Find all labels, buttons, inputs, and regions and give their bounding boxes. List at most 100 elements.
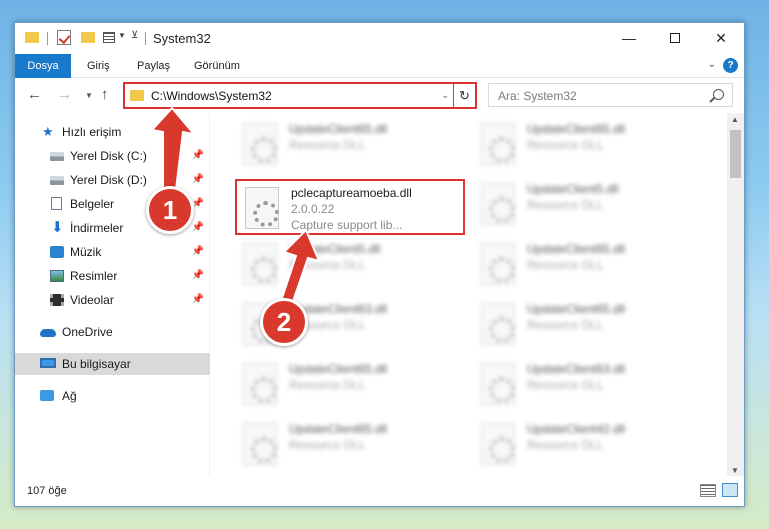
forward-arrow-icon[interactable]: → [57, 86, 72, 103]
nav-item-label: Yerel Disk (D:) [70, 173, 147, 187]
folder-icon[interactable] [25, 32, 39, 43]
nav-item-onedrive[interactable]: OneDrive [15, 321, 210, 343]
properties-icon[interactable] [103, 32, 115, 43]
chevron-down-icon[interactable]: ▼ [118, 31, 126, 40]
minimize-button[interactable]: — [606, 23, 652, 53]
dll-file-icon [481, 423, 515, 465]
chevron-down-icon[interactable]: ⌄ [441, 90, 449, 101]
file-name: UpdateClient65.dll [289, 122, 388, 136]
recent-locations-icon[interactable]: ▼ [85, 91, 93, 100]
file-tile[interactable]: UpdateClient65.dll Resource DLL [235, 417, 465, 473]
file-explorer-window: ▼ ⊻ System32 — ✕ Dosya Giriş Paylaş Görü… [14, 22, 745, 507]
nav-item-network[interactable]: Ağ [15, 385, 210, 407]
file-name: UpdateClient65.dll [527, 302, 626, 316]
pin-icon[interactable]: 📌 [192, 241, 204, 263]
status-bar: 107 öğe [15, 476, 744, 506]
address-bar[interactable]: C:\Windows\System32 ⌄ ↻ [123, 82, 477, 109]
nav-item-music[interactable]: Müzik 📌 [15, 241, 210, 263]
file-tile[interactable]: UpdateClient65.dll Resource DLL [473, 117, 703, 173]
scroll-down-icon[interactable]: ▼ [731, 466, 739, 475]
properties-check-icon[interactable] [57, 30, 71, 45]
file-name: UpdateClient65.dll [527, 122, 626, 136]
file-name: UpdateClient65.dll [289, 362, 388, 376]
customize-quick-access-icon[interactable]: ⊻ [131, 30, 138, 41]
file-tile[interactable]: UpdateClient65.dll Resource DLL [473, 237, 703, 293]
back-arrow-icon[interactable]: ← [27, 86, 42, 103]
dll-file-icon [243, 243, 277, 285]
file-description: Resource DLL [527, 138, 604, 152]
file-tile[interactable]: UpdateClient5.dll Resource DLL [235, 237, 465, 293]
up-arrow-icon[interactable]: ↑ [101, 86, 109, 103]
tab-home[interactable]: Giriş [87, 54, 110, 78]
nav-item-quick-access[interactable]: ★ Hızlı erişim [15, 121, 210, 143]
file-name: UpdateClient5.dll [527, 182, 619, 196]
pin-icon[interactable]: 📌 [192, 289, 204, 311]
file-name: UpdateClient65.dll [289, 422, 388, 436]
file-name: UpdateClient65.dll [527, 242, 626, 256]
file-description: Resource DLL [289, 378, 366, 392]
navigation-pane: ★ Hızlı erişim Yerel Disk (C:) 📌 Yerel D… [15, 113, 210, 477]
network-icon [40, 390, 54, 401]
search-input[interactable]: Ara: System32 [488, 83, 733, 107]
nav-item-label: Ağ [62, 389, 77, 403]
scroll-up-icon[interactable]: ▲ [731, 115, 739, 124]
pictures-icon [50, 270, 64, 282]
vertical-scrollbar[interactable]: ▲ ▼ [727, 113, 744, 477]
tab-file[interactable]: Dosya [15, 54, 71, 78]
ribbon-tabs: Dosya Giriş Paylaş Görünüm ⌄ ? [15, 54, 744, 78]
file-description: Resource DLL [289, 138, 366, 152]
close-button[interactable]: ✕ [698, 23, 744, 53]
file-tile[interactable]: UpdateClient5.dll Resource DLL [473, 177, 703, 233]
dll-file-icon [481, 183, 515, 225]
cloud-icon [40, 329, 56, 337]
file-tile[interactable]: UpdateClient42.dll Resource DLL [473, 417, 703, 473]
item-count: 107 öğe [27, 485, 67, 497]
address-path[interactable]: C:\Windows\System32 [151, 89, 272, 103]
file-tile-highlighted[interactable]: pclecaptureamoeba.dll 2.0.0.22 Capture s… [235, 179, 465, 235]
disk-icon [50, 176, 64, 185]
search-placeholder: Ara: System32 [498, 89, 577, 103]
file-list: UpdateClient65.dll Resource DLL pclecapt… [211, 113, 726, 477]
nav-item-label: Videolar [70, 293, 114, 307]
pin-icon[interactable]: 📌 [192, 169, 204, 191]
downloads-icon: ⬇ [51, 219, 64, 236]
file-name: pclecaptureamoeba.dll [291, 186, 412, 200]
dll-file-icon [243, 423, 277, 465]
file-description: Resource DLL [289, 258, 366, 272]
nav-item-videos[interactable]: Videolar 📌 [15, 289, 210, 311]
step-badge-2: 2 [260, 298, 308, 346]
dll-file-icon [243, 363, 277, 405]
scrollbar-thumb[interactable] [730, 130, 741, 178]
documents-icon [51, 197, 62, 210]
details-view-icon[interactable] [700, 484, 716, 497]
dll-file-icon [481, 123, 515, 165]
computer-icon [40, 358, 56, 368]
dll-file-icon [245, 187, 279, 229]
nav-item-this-pc[interactable]: Bu bilgisayar [15, 353, 210, 375]
expand-ribbon-icon[interactable]: ⌄ [708, 59, 716, 70]
nav-item-local-disk-c[interactable]: Yerel Disk (C:) 📌 [15, 145, 210, 167]
pin-icon[interactable]: 📌 [192, 145, 204, 167]
pin-icon[interactable]: 📌 [192, 265, 204, 287]
dll-file-icon [481, 303, 515, 345]
nav-item-label: Yerel Disk (C:) [70, 149, 147, 163]
file-tile[interactable]: UpdateClient65.dll Resource DLL [473, 297, 703, 353]
tab-share[interactable]: Paylaş [137, 54, 170, 78]
step-badge-1: 1 [146, 186, 194, 234]
file-name: UpdateClient63.dll [527, 362, 626, 376]
pin-icon[interactable]: 📌 [192, 217, 204, 239]
file-description: Resource DLL [527, 258, 604, 272]
refresh-icon[interactable]: ↻ [453, 82, 475, 109]
new-folder-icon[interactable] [81, 32, 95, 43]
tab-view[interactable]: Görünüm [194, 54, 240, 78]
help-icon[interactable]: ? [723, 58, 738, 73]
nav-item-label: Bu bilgisayar [62, 357, 131, 371]
large-icons-view-icon[interactable] [722, 483, 738, 497]
file-tile[interactable]: UpdateClient65.dll Resource DLL [235, 117, 465, 173]
file-tile[interactable]: UpdateClient65.dll Resource DLL [235, 357, 465, 413]
maximize-button[interactable] [652, 23, 698, 53]
nav-item-pictures[interactable]: Resimler 📌 [15, 265, 210, 287]
file-tile[interactable]: UpdateClient63.dll Resource DLL [473, 357, 703, 413]
file-name: UpdateClient5.dll [289, 242, 381, 256]
search-icon[interactable] [713, 89, 724, 100]
